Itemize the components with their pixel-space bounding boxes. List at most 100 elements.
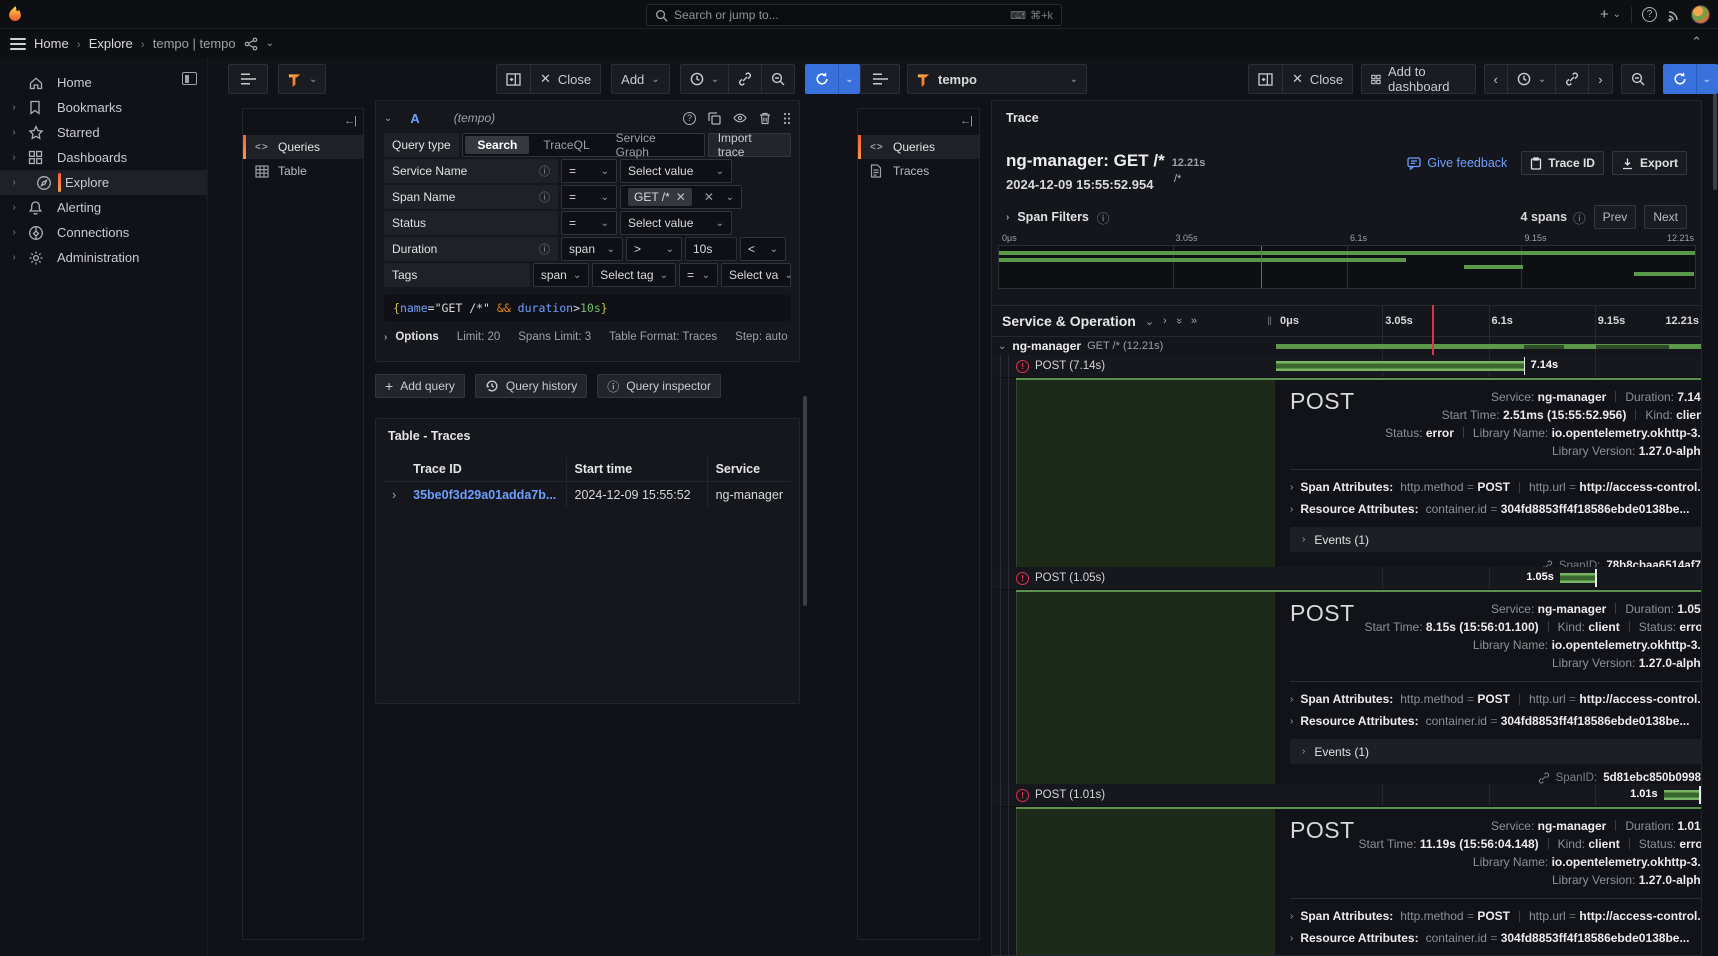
collapse-rail-icon[interactable]: ←| — [344, 115, 356, 127]
expand-row-icon[interactable]: › — [384, 482, 405, 509]
attributes-row[interactable]: ›Resource Attributes: container.id = 304… — [1290, 710, 1702, 732]
attributes-row[interactable]: ›Span Attributes: http.method = POSThttp… — [1290, 905, 1702, 927]
span-subtree-region[interactable] — [1016, 807, 1275, 956]
time-shift-forward-button[interactable]: › — [1588, 64, 1612, 94]
new-button[interactable]: + ⌄ — [1600, 6, 1621, 23]
datasource-picker[interactable]: tempo ⌄ — [907, 64, 1087, 94]
clear-icon[interactable]: ✕ — [704, 190, 714, 204]
query-header[interactable]: ⌄ A (tempo) ? — [384, 105, 791, 131]
time-shift-back-button[interactable]: ‹ — [1484, 64, 1507, 94]
datasource-picker[interactable]: ⌄ — [278, 64, 326, 94]
operator-select[interactable]: span⌄ — [533, 263, 589, 287]
prev-span-button[interactable]: Prev — [1594, 205, 1637, 229]
collapse-pane-icon[interactable]: ⌃ — [1691, 34, 1702, 50]
operator-select[interactable]: =⌄ — [561, 185, 617, 209]
query-inspector-button[interactable]: ⓘQuery inspector — [597, 374, 721, 398]
operator-select[interactable]: >⌄ — [626, 237, 682, 261]
chevron-right-icon[interactable]: › — [4, 102, 24, 113]
operator-select[interactable]: =⌄ — [561, 159, 617, 183]
share-icon[interactable] — [244, 37, 258, 51]
avatar[interactable] — [1691, 5, 1710, 24]
sidebar-item-alerting[interactable]: ›Alerting — [0, 195, 207, 220]
run-query-button[interactable] — [805, 64, 838, 94]
trace-row-span[interactable]: !POST (1.01s)1.01s — [992, 784, 1701, 807]
operator-select[interactable]: span⌄ — [561, 237, 623, 261]
run-query-button[interactable] — [1663, 64, 1696, 94]
add-to-dashboard-button[interactable]: Add to dashboard — [1361, 64, 1475, 94]
collapse-query-icon[interactable]: ⌄ — [384, 113, 392, 124]
time-picker-button[interactable]: ⌄ — [1507, 64, 1555, 94]
split-view-button[interactable] — [496, 64, 530, 94]
search-input[interactable]: Search or jump to... ⌨ ⌘+k — [646, 4, 1062, 26]
operator-select[interactable]: <⌄ — [740, 237, 786, 261]
span-bar[interactable] — [1560, 573, 1596, 583]
trace-row-span[interactable]: !POST (7.14s)7.14s — [992, 355, 1701, 378]
news-icon[interactable] — [1667, 8, 1681, 22]
expand-all-icon[interactable]: » — [1191, 315, 1197, 327]
query-type-tab-service-graph[interactable]: Service Graph — [604, 136, 702, 154]
duration-input[interactable]: 10s — [685, 237, 737, 261]
sidebar-item-starred[interactable]: ›Starred — [0, 120, 207, 145]
operator-select[interactable]: Select tag⌄ — [592, 263, 676, 287]
rail-item-queries[interactable]: <>Queries — [243, 135, 363, 159]
operator-select[interactable]: Select value⌄ — [620, 211, 732, 235]
events-accordion[interactable]: ›Events (1) — [1290, 527, 1702, 552]
collapse-rail-icon[interactable]: ←| — [960, 115, 972, 127]
breadcrumb-explore[interactable]: Explore — [89, 36, 133, 51]
value-select[interactable]: GET /* ✕✕⌄ — [620, 185, 742, 209]
operator-select[interactable]: =⌄ — [679, 263, 718, 287]
expand-one-icon[interactable]: › — [1163, 315, 1167, 327]
trace-row-span[interactable]: !POST (1.05s)1.05s — [992, 567, 1701, 590]
span-subtree-region[interactable] — [1016, 378, 1275, 567]
query-history-button[interactable]: Query history — [475, 374, 587, 398]
duplicate-query-icon[interactable] — [708, 112, 721, 125]
grafana-logo[interactable] — [0, 5, 30, 24]
chevron-down-icon[interactable]: ⌄ — [266, 38, 274, 49]
add-button[interactable]: Add ⌄ — [611, 64, 670, 94]
trace-minimap[interactable]: 0μs3.05s6.1s9.15s12.21s — [998, 233, 1696, 293]
give-feedback-link[interactable]: Give feedback — [1407, 156, 1507, 170]
disable-query-icon[interactable] — [733, 112, 747, 124]
export-button[interactable]: Export — [1612, 151, 1687, 175]
attributes-row[interactable]: ›Resource Attributes: container.id = 304… — [1290, 498, 1702, 520]
zoom-out-button[interactable] — [761, 64, 795, 94]
zoom-out-button[interactable] — [1621, 64, 1655, 94]
trace-id-link[interactable]: 35be0f3d29a01adda7b... — [413, 488, 556, 502]
span-bar[interactable] — [1664, 790, 1701, 800]
query-options-row[interactable]: ›Options Limit: 20Spans Limit: 3Table Fo… — [384, 331, 791, 343]
operator-select[interactable]: Select value⌄ — [620, 159, 732, 183]
chevron-right-icon[interactable]: › — [4, 202, 24, 213]
column-header[interactable]: Trace ID — [405, 457, 566, 482]
link-button[interactable] — [728, 64, 761, 94]
sidebar-item-dashboards[interactable]: ›Dashboards — [0, 145, 207, 170]
span-bar[interactable] — [1276, 361, 1525, 371]
attributes-row[interactable]: ›Span Attributes: http.method = POSThttp… — [1290, 476, 1702, 498]
table-row[interactable]: ›35be0f3d29a01adda7b...2024-12-09 15:55:… — [384, 482, 791, 509]
chevron-right-icon[interactable]: › — [4, 177, 24, 188]
query-help-icon[interactable]: ? — [683, 112, 696, 125]
delete-query-icon[interactable] — [759, 112, 771, 125]
query-rail-toggle[interactable] — [860, 64, 900, 94]
import-trace-button[interactable]: Import trace — [708, 133, 791, 157]
filter-chip[interactable]: GET /* ✕ — [628, 188, 692, 206]
query-type-tab-search[interactable]: Search — [465, 136, 529, 154]
query-type-tab-traceql[interactable]: TraceQL — [531, 136, 601, 154]
sidebar-item-connections[interactable]: ›Connections — [0, 220, 207, 245]
attributes-row[interactable]: ›Resource Attributes: container.id = 304… — [1290, 927, 1702, 949]
remove-chip-icon[interactable]: ✕ — [676, 190, 686, 204]
drag-handle-icon[interactable] — [783, 112, 791, 125]
next-span-button[interactable]: Next — [1644, 205, 1687, 229]
span-bar[interactable] — [1276, 344, 1701, 349]
time-picker-button[interactable]: ⌄ — [680, 64, 728, 94]
column-header[interactable]: Service — [707, 457, 791, 482]
add-query-button[interactable]: +Add query — [375, 374, 465, 398]
trace-row-root[interactable]: ⌄ng-managerGET /* (12.21s) — [992, 337, 1701, 355]
left-pane-scrollbar[interactable] — [803, 396, 807, 606]
column-header[interactable]: Start time — [566, 457, 707, 482]
chevron-right-icon[interactable]: › — [4, 127, 24, 138]
menu-icon[interactable] — [10, 38, 26, 50]
rail-item-table[interactable]: Table — [243, 159, 363, 183]
query-rail-toggle[interactable] — [228, 64, 268, 94]
sidebar-item-explore[interactable]: ›Explore — [0, 170, 207, 195]
collapse-icon[interactable]: ⌄ — [998, 341, 1006, 352]
